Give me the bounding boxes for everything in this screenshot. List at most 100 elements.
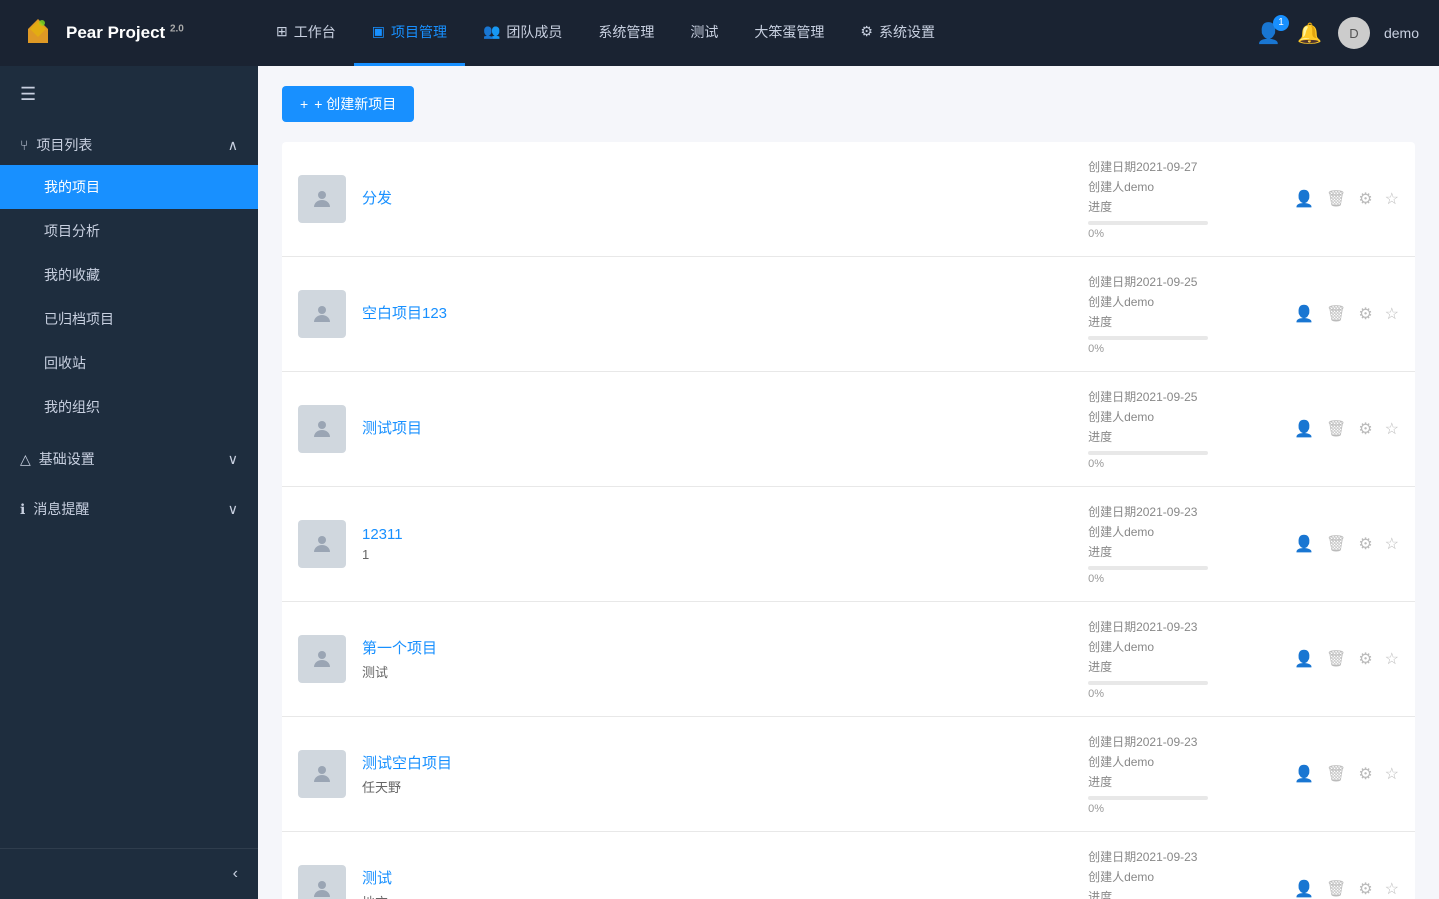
progress-text: 0% bbox=[1088, 688, 1268, 700]
settings-action-icon[interactable]: ⚙ bbox=[1358, 534, 1372, 554]
member-action-icon[interactable]: 👤 bbox=[1294, 534, 1314, 554]
project-meta: 创建日期2021-09-25 创建人demo 进度 0% bbox=[1088, 388, 1268, 470]
member-action-icon[interactable]: 👤 bbox=[1294, 189, 1314, 209]
project-created-by: 创建人demo bbox=[1088, 293, 1268, 310]
nav-item-test[interactable]: 测试 bbox=[672, 0, 736, 66]
project-list-chevron: ∧ bbox=[228, 137, 238, 154]
delete-action-icon[interactable]: 🗑 bbox=[1326, 879, 1346, 899]
delete-action-icon[interactable]: 🗑 bbox=[1326, 764, 1346, 784]
delete-action-icon[interactable]: 🗑 bbox=[1326, 534, 1346, 554]
progress-bar-wrap bbox=[1088, 796, 1208, 800]
project-created-by: 创建人demo bbox=[1088, 638, 1268, 655]
star-action-icon[interactable]: ☆ bbox=[1385, 304, 1399, 324]
hamburger-menu[interactable]: ☰ bbox=[0, 66, 258, 115]
project-meta: 创建日期2021-09-23 创建人demo 进度 0% bbox=[1088, 733, 1268, 815]
progress-bar-wrap bbox=[1088, 681, 1208, 685]
nav-item-team[interactable]: 👥 团队成员 bbox=[465, 0, 580, 66]
nav-item-project[interactable]: ▣ 项目管理 bbox=[354, 0, 465, 66]
project-list: 分发 创建日期2021-09-27 创建人demo 进度 0% 👤 🗑 ⚙ ☆ bbox=[282, 142, 1415, 899]
sidebar-project-list-items: 我的项目 项目分析 我的收藏 已归档项目 回收站 我的组织 bbox=[0, 165, 258, 429]
basic-settings-chevron: ∨ bbox=[228, 451, 238, 468]
basic-settings-icon: △ bbox=[20, 451, 31, 468]
progress-text: 0% bbox=[1088, 343, 1268, 355]
settings-action-icon[interactable]: ⚙ bbox=[1358, 189, 1372, 209]
member-action-icon[interactable]: 👤 bbox=[1294, 649, 1314, 669]
delete-action-icon[interactable]: 🗑 bbox=[1326, 189, 1346, 209]
user-notification-icon[interactable]: 👤 1 bbox=[1256, 21, 1281, 46]
project-item: 第一个项目 测试 创建日期2021-09-23 创建人demo 进度 0% 👤 … bbox=[282, 602, 1415, 717]
project-list-section-icon: ⑂ bbox=[20, 137, 28, 153]
settings-action-icon[interactable]: ⚙ bbox=[1358, 764, 1372, 784]
sidebar-item-project-analysis[interactable]: 项目分析 bbox=[0, 209, 258, 253]
project-avatar bbox=[298, 290, 346, 338]
nav-item-workbench[interactable]: ⊞ 工作台 bbox=[258, 0, 354, 66]
project-name[interactable]: 空白项目123 bbox=[362, 302, 1072, 323]
sidebar: ☰ ⑂ 项目列表 ∧ 我的项目 项目分析 我的收藏 bbox=[0, 66, 258, 899]
hamburger-icon: ☰ bbox=[20, 84, 36, 104]
settings-nav-icon: ⚙ bbox=[860, 23, 873, 40]
project-item: 测试 地方 创建日期2021-09-23 创建人demo 进度 0% 👤 🗑 ⚙… bbox=[282, 832, 1415, 899]
project-created-date: 创建日期2021-09-23 bbox=[1088, 618, 1268, 635]
member-action-icon[interactable]: 👤 bbox=[1294, 764, 1314, 784]
workbench-icon: ⊞ bbox=[276, 23, 288, 40]
project-avatar bbox=[298, 520, 346, 568]
project-meta: 创建日期2021-09-25 创建人demo 进度 0% bbox=[1088, 273, 1268, 355]
logo-area: Pear Project 2.0 bbox=[0, 15, 258, 51]
sidebar-item-org[interactable]: 我的组织 bbox=[0, 385, 258, 429]
settings-action-icon[interactable]: ⚙ bbox=[1358, 419, 1372, 439]
star-action-icon[interactable]: ☆ bbox=[1385, 879, 1399, 899]
project-created-date: 创建日期2021-09-23 bbox=[1088, 503, 1268, 520]
settings-action-icon[interactable]: ⚙ bbox=[1358, 304, 1372, 324]
settings-action-icon[interactable]: ⚙ bbox=[1358, 879, 1372, 899]
nav-right: 👤 1 🔔 D demo bbox=[1236, 17, 1439, 49]
project-item: 12311 1 创建日期2021-09-23 创建人demo 进度 0% 👤 🗑… bbox=[282, 487, 1415, 602]
project-icon: ▣ bbox=[372, 23, 385, 40]
sidebar-section-basic-settings-header[interactable]: △ 基础设置 ∨ bbox=[0, 439, 258, 479]
bell-icon: 🔔 bbox=[1297, 21, 1322, 46]
project-meta: 创建日期2021-09-23 创建人demo 进度 0% bbox=[1088, 848, 1268, 899]
project-created-date: 创建日期2021-09-23 bbox=[1088, 733, 1268, 750]
nav-item-dummy[interactable]: 大笨蛋管理 bbox=[736, 0, 842, 66]
project-name[interactable]: 测试空白项目 bbox=[362, 752, 1072, 773]
sidebar-item-my-projects[interactable]: 我的项目 bbox=[0, 165, 258, 209]
settings-action-icon[interactable]: ⚙ bbox=[1358, 649, 1372, 669]
project-name[interactable]: 测试项目 bbox=[362, 417, 1072, 438]
delete-action-icon[interactable]: 🗑 bbox=[1326, 649, 1346, 669]
sidebar-item-trash[interactable]: 回收站 bbox=[0, 341, 258, 385]
member-action-icon[interactable]: 👤 bbox=[1294, 879, 1314, 899]
delete-action-icon[interactable]: 🗑 bbox=[1326, 419, 1346, 439]
sidebar-section-notifications-header[interactable]: ℹ 消息提醒 ∨ bbox=[0, 489, 258, 529]
project-name[interactable]: 分发 bbox=[362, 187, 1072, 208]
star-action-icon[interactable]: ☆ bbox=[1385, 419, 1399, 439]
project-name[interactable]: 第一个项目 bbox=[362, 637, 1072, 658]
project-actions: 👤 🗑 ⚙ ☆ bbox=[1284, 764, 1399, 784]
project-created-date: 创建日期2021-09-25 bbox=[1088, 273, 1268, 290]
project-actions: 👤 🗑 ⚙ ☆ bbox=[1284, 304, 1399, 324]
project-created-date: 创建日期2021-09-23 bbox=[1088, 848, 1268, 865]
main-content: + + 创建新项目 分发 创建日期2021-09-27 创建人demo 进度 bbox=[258, 66, 1439, 899]
user-profile[interactable]: D demo bbox=[1338, 17, 1419, 49]
star-action-icon[interactable]: ☆ bbox=[1385, 764, 1399, 784]
sidebar-collapse-button[interactable]: ‹ bbox=[233, 865, 238, 883]
create-project-button[interactable]: + + 创建新项目 bbox=[282, 86, 414, 122]
sidebar-item-archived[interactable]: 已归档项目 bbox=[0, 297, 258, 341]
member-action-icon[interactable]: 👤 bbox=[1294, 419, 1314, 439]
nav-item-settings[interactable]: ⚙ 系统设置 bbox=[842, 0, 953, 66]
star-action-icon[interactable]: ☆ bbox=[1385, 534, 1399, 554]
project-name[interactable]: 12311 bbox=[362, 526, 1072, 543]
progress-text: 0% bbox=[1088, 228, 1268, 240]
project-info: 测试项目 bbox=[362, 417, 1072, 442]
star-action-icon[interactable]: ☆ bbox=[1385, 649, 1399, 669]
progress-bar-wrap bbox=[1088, 566, 1208, 570]
bell-icon-button[interactable]: 🔔 bbox=[1297, 21, 1322, 46]
nav-item-system[interactable]: 系统管理 bbox=[580, 0, 672, 66]
delete-action-icon[interactable]: 🗑 bbox=[1326, 304, 1346, 324]
create-plus-icon: + bbox=[300, 96, 308, 112]
sidebar-section-project-list-header[interactable]: ⑂ 项目列表 ∧ bbox=[0, 125, 258, 165]
project-actions: 👤 🗑 ⚙ ☆ bbox=[1284, 419, 1399, 439]
member-action-icon[interactable]: 👤 bbox=[1294, 304, 1314, 324]
sidebar-item-favorites[interactable]: 我的收藏 bbox=[0, 253, 258, 297]
project-name[interactable]: 测试 bbox=[362, 867, 1072, 888]
star-action-icon[interactable]: ☆ bbox=[1385, 189, 1399, 209]
project-created-by: 创建人demo bbox=[1088, 523, 1268, 540]
